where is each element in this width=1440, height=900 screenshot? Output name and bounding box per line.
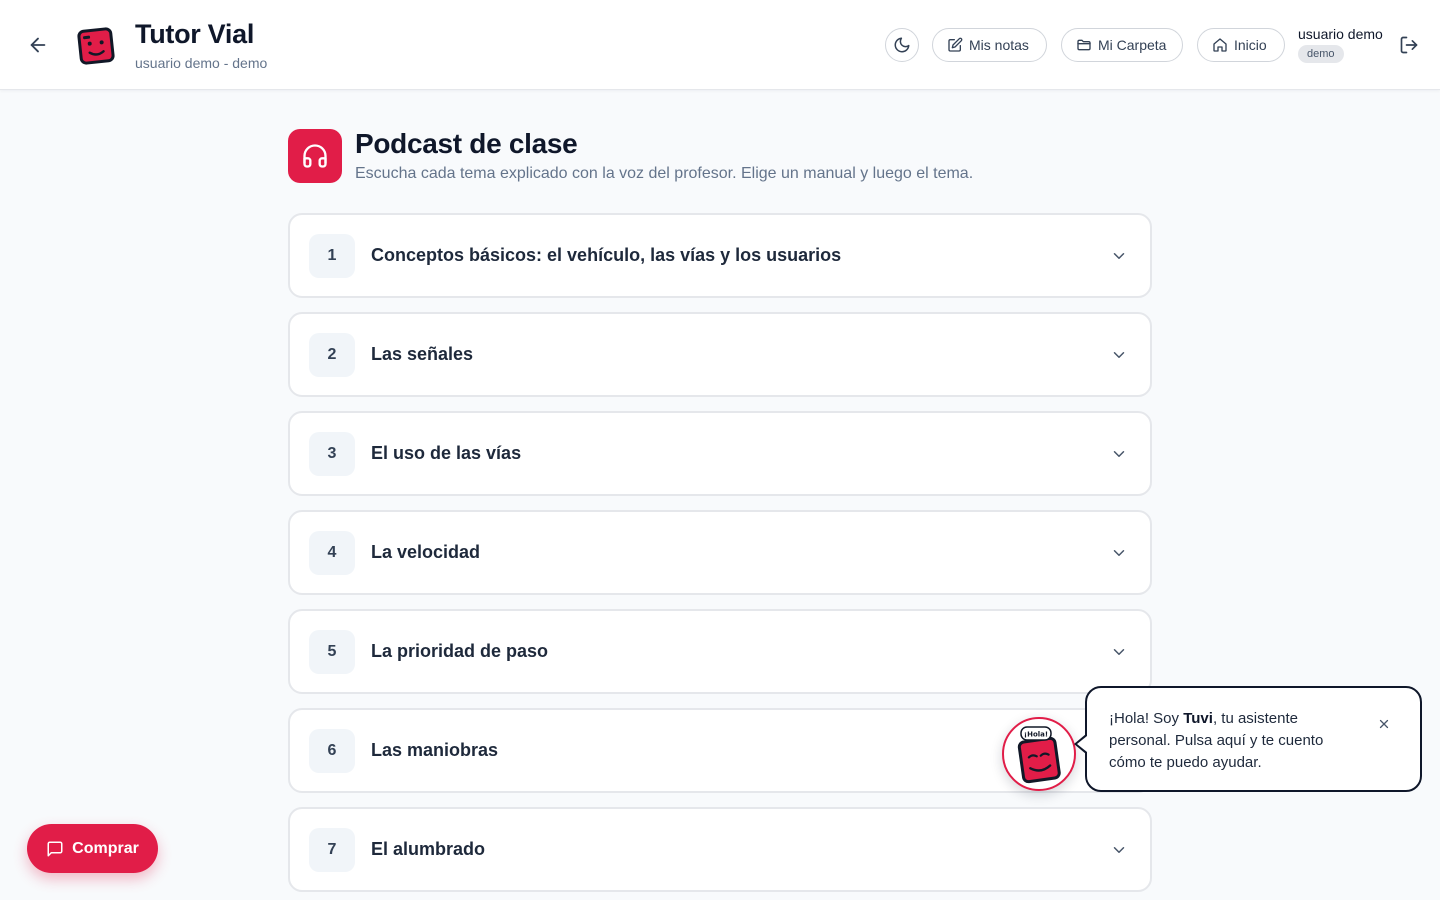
topic-title: Las señales <box>371 344 474 364</box>
topic-number: 1 <box>309 234 355 278</box>
avatar-caption: ¡Hola! <box>1024 731 1048 739</box>
close-bubble-button[interactable] <box>1376 716 1392 732</box>
topic-list: 1 Conceptos básicos: el vehículo, las ví… <box>288 213 1152 900</box>
mi-carpeta-label: Mi Carpeta <box>1098 37 1167 53</box>
logout-button[interactable] <box>1396 32 1422 58</box>
chevron-down-icon[interactable] <box>1108 542 1130 564</box>
theme-toggle-button[interactable] <box>885 28 919 62</box>
podcast-page-icon <box>288 129 342 183</box>
topic-number: 5 <box>309 630 355 674</box>
top-bar: Tutor Vial usuario demo - demo Mis notas… <box>0 0 1440 90</box>
topic-item-2[interactable]: 2 Las señales <box>288 312 1152 397</box>
page-title: Podcast de clase <box>355 128 578 159</box>
topic-item-4[interactable]: 4 La velocidad <box>288 510 1152 595</box>
topic-title: El alumbrado <box>371 839 486 859</box>
topic-item-1[interactable]: 1 Conceptos básicos: el vehículo, las ví… <box>288 213 1152 298</box>
assistant-avatar[interactable]: ¡Hola! <box>1002 717 1076 791</box>
topic-title: Las maniobras <box>371 740 499 760</box>
brand-title: Tutor Vial <box>135 19 255 49</box>
close-icon <box>1379 719 1389 729</box>
logout-icon <box>1400 36 1418 54</box>
comprar-label: Comprar <box>72 839 139 857</box>
topic-item-3[interactable]: 3 El uso de las vías <box>288 411 1152 496</box>
brand-logo[interactable] <box>72 22 120 70</box>
chevron-down-icon[interactable] <box>1108 344 1130 366</box>
comprar-button[interactable]: Comprar <box>27 824 158 873</box>
assistant-message-bubble[interactable]: ¡Hola! Soy Tuvi, tu asistente personal. … <box>1085 686 1422 792</box>
tuvi-mascot-icon: ¡Hola! <box>1017 726 1061 784</box>
greeting-prefix: ¡Hola! Soy <box>1109 710 1184 727</box>
assistant-name: Tuvi <box>1183 710 1213 727</box>
chevron-down-icon[interactable] <box>1108 839 1130 861</box>
chevron-down-icon[interactable] <box>1108 641 1130 663</box>
mis-notas-button[interactable]: Mis notas <box>932 28 1047 62</box>
topic-item-5[interactable]: 5 La prioridad de paso <box>288 609 1152 694</box>
home-icon <box>1213 38 1227 52</box>
back-button[interactable] <box>24 31 52 59</box>
chat-icon <box>47 841 63 856</box>
moon-icon <box>894 37 910 53</box>
topic-title: La prioridad de paso <box>371 641 549 661</box>
edit-note-icon <box>948 37 963 52</box>
tutor-vial-mascot-icon <box>77 27 115 65</box>
mis-notas-label: Mis notas <box>969 37 1029 53</box>
topic-number: 2 <box>309 333 355 377</box>
page-subtitle: Escucha cada tema explicado con la voz d… <box>355 165 974 182</box>
user-role-badge: demo <box>1298 45 1344 63</box>
mi-carpeta-button[interactable]: Mi Carpeta <box>1061 28 1183 62</box>
topic-item-7[interactable]: 7 El alumbrado <box>288 807 1152 892</box>
folder-icon <box>1077 39 1091 51</box>
topic-number: 3 <box>309 432 355 476</box>
user-name: usuario demo <box>1298 26 1383 42</box>
topic-title: La velocidad <box>371 542 481 562</box>
topic-title: Conceptos básicos: el vehículo, las vías… <box>371 245 842 265</box>
inicio-button[interactable]: Inicio <box>1197 28 1285 62</box>
bubble-tail-fill <box>1077 736 1087 752</box>
topic-number: 6 <box>309 729 355 773</box>
brand-subtitle: usuario demo - demo <box>135 55 268 71</box>
chevron-down-icon[interactable] <box>1108 245 1130 267</box>
headphones-icon <box>303 144 327 168</box>
topic-number: 7 <box>309 828 355 872</box>
topic-number: 4 <box>309 531 355 575</box>
inicio-label: Inicio <box>1234 37 1267 53</box>
chevron-down-icon[interactable] <box>1108 443 1130 465</box>
arrow-left-icon <box>30 37 46 53</box>
topic-title: El uso de las vías <box>371 443 522 463</box>
